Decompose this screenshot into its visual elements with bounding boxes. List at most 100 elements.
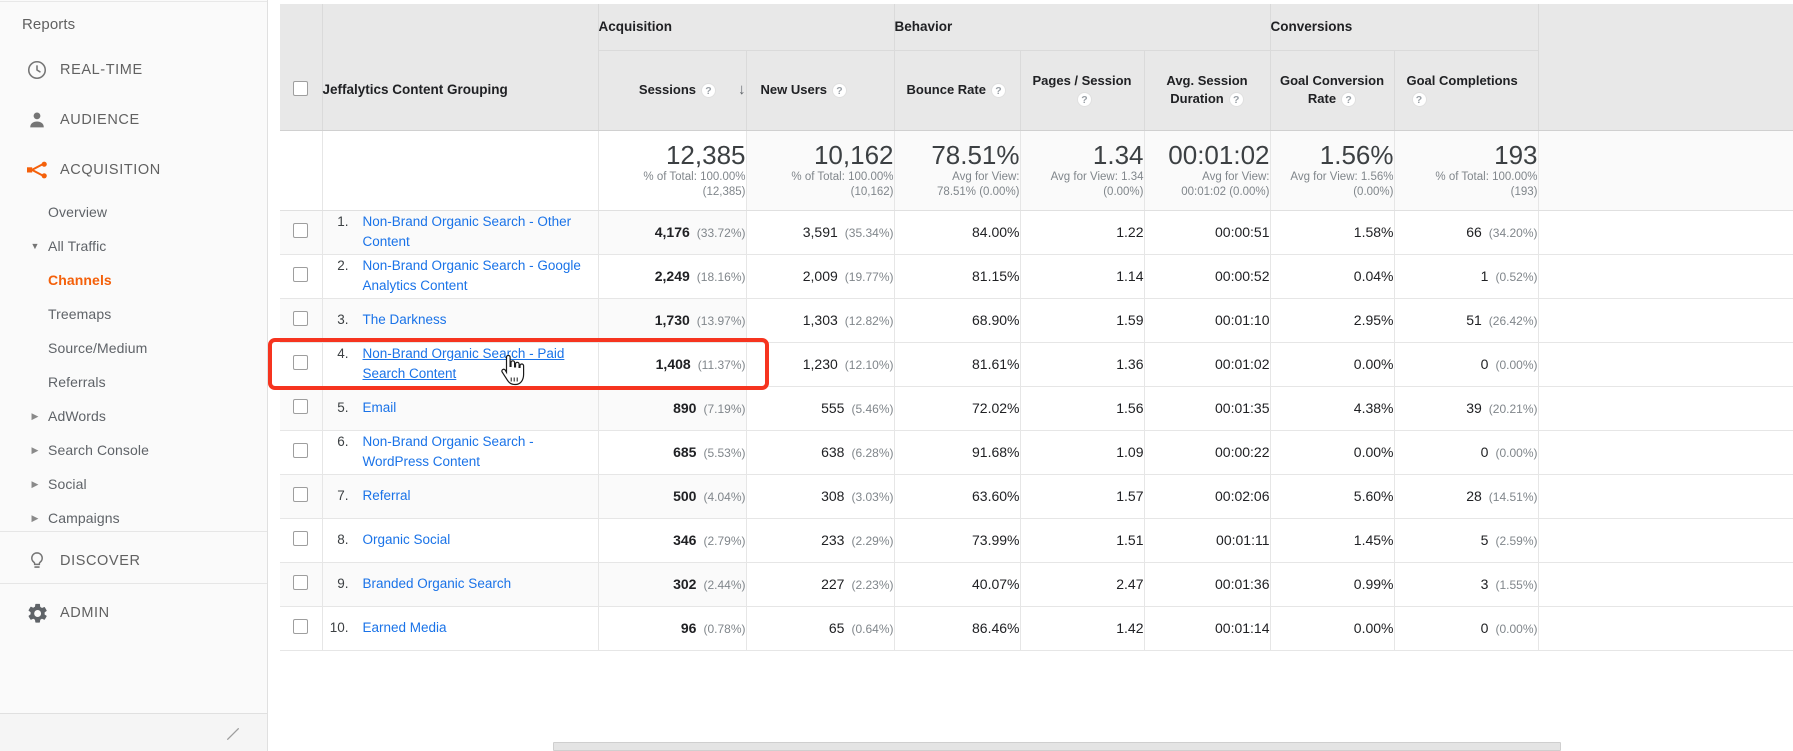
cell-bounce-rate: 72.02% [894,386,1021,431]
column-header-bounce-rate[interactable]: Bounce Rate? [894,50,1021,131]
column-header-sessions[interactable]: Sessions? ↓ [598,50,747,131]
column-header-goal-completions[interactable]: Goal Completions? [1394,50,1539,131]
help-icon[interactable]: ? [1411,92,1427,108]
row-checkbox-cell[interactable] [280,562,323,607]
help-icon[interactable]: ? [990,83,1006,99]
sidebar-item-social[interactable]: ▶ Social [0,467,267,501]
cell-goal-completions: 51 (26.42%) [1394,298,1539,343]
row-checkbox[interactable] [293,223,309,238]
table-row[interactable]: 10. Earned Media 96 (0.78%) 65 (0.64%) 86.46% 1… [280,606,1793,651]
column-header-new-users[interactable]: New Users? [746,50,895,131]
help-icon[interactable]: ? [1228,92,1244,108]
cell-percent: (26.42%) [1488,314,1538,328]
cell-value: 00:01:14 [1215,620,1270,636]
cell-percent: (11.37%) [697,358,746,372]
chevron-right-icon[interactable]: ▶ [22,445,48,456]
row-dimension-link[interactable]: Referral [363,486,411,506]
row-dimension-link[interactable]: The Darkness [363,310,447,330]
sidebar-item-acquisition[interactable]: ACQUISITION [0,145,267,195]
table-row[interactable]: 2. Non-Brand Organic Search - Google Anal… [280,254,1793,299]
cell-bounce-rate: 40.07% [894,562,1021,607]
sidebar-item-label: DISCOVER [60,553,141,569]
help-icon[interactable]: ? [831,83,847,99]
sidebar-item-campaigns[interactable]: ▶ Campaigns [0,501,267,535]
sort-descending-icon[interactable]: ↓ [738,81,746,99]
row-dimension-link[interactable]: Organic Social [363,530,451,550]
sidebar-item-real-time[interactable]: REAL-TIME [0,45,267,95]
sidebar-item-all-traffic[interactable]: ▼ All Traffic [0,229,267,263]
cell-new-users: 227 (2.23%) [746,562,895,607]
sidebar-item-referrals[interactable]: Referrals [0,365,267,399]
sidebar-item-adwords[interactable]: ▶ AdWords [0,399,267,433]
row-checkbox[interactable] [293,399,309,414]
row-checkbox-cell[interactable] [280,342,323,387]
cell-percent: (4.04%) [703,490,746,504]
cell-percent: (35.34%) [844,226,894,240]
row-checkbox[interactable] [293,311,309,326]
help-icon[interactable]: ? [1077,92,1092,108]
cell-value: 00:01:11 [1216,532,1270,548]
row-checkbox-cell[interactable] [280,518,323,563]
chevron-right-icon[interactable]: ▶ [22,479,48,490]
row-checkbox[interactable] [293,443,309,458]
row-checkbox-cell[interactable] [280,210,323,255]
cell-value: 72.02% [972,400,1020,416]
row-spacer-cell [1538,254,1793,299]
cell-goal-completions: 1 (0.52%) [1394,254,1539,299]
table-row[interactable]: 3. The Darkness 1,730 (13.97%) 1,303 (12.82%)… [280,298,1793,343]
row-checkbox-cell[interactable] [280,298,323,343]
sidebar-item-discover[interactable]: DISCOVER [0,535,267,587]
cell-sessions: 2,249 (18.16%) [598,254,747,299]
row-dimension-link[interactable]: Earned Media [363,618,447,638]
table-row[interactable]: 8. Organic Social 346 (2.79%) 233 (2.29%) 73.9… [280,518,1793,563]
sidebar-item-overview[interactable]: Overview [0,195,267,229]
row-checkbox[interactable] [293,267,309,282]
row-checkbox-cell[interactable] [280,474,323,519]
chevron-right-icon[interactable]: ▶ [22,513,48,524]
table-row[interactable]: 4. Non-Brand Organic Search - Paid Search… [280,342,1793,387]
sidebar-item-admin[interactable]: ADMIN [0,587,267,639]
row-checkbox[interactable] [293,575,309,590]
row-checkbox[interactable] [293,355,309,370]
table-row[interactable]: 6. Non-Brand Organic Search - WordPress C… [280,430,1793,475]
column-header-dimension[interactable]: Jeffalytics Content Grouping [322,50,599,131]
sidebar-item-treemaps[interactable]: Treemaps [0,297,267,331]
cell-value: 555 [821,400,845,416]
column-header-goal-conversion-rate[interactable]: Goal Conversion Rate? [1270,50,1395,131]
row-dimension-link[interactable]: Non-Brand Organic Search - WordPress Con… [363,432,598,472]
row-checkbox-cell[interactable] [280,254,323,299]
row-dimension-link[interactable]: Branded Organic Search [363,574,512,594]
horizontal-scrollbar[interactable] [553,742,1561,751]
row-checkbox-cell[interactable] [280,386,323,431]
table-row[interactable]: 1. Non-Brand Organic Search - Other Conte… [280,210,1793,255]
help-icon[interactable]: ? [701,82,716,98]
cell-percent: (2.44%) [703,578,746,592]
row-checkbox-cell[interactable] [280,606,323,651]
sidebar-item-audience[interactable]: AUDIENCE [0,95,267,145]
select-all-checkbox[interactable] [293,80,309,96]
sidebar-item-search-console[interactable]: ▶ Search Console [0,433,267,467]
collapse-sidebar-icon[interactable] [225,726,241,747]
column-header-avg-session-duration[interactable]: Avg. Session Duration? [1144,50,1271,131]
table-row[interactable]: 5. Email 890 (7.19%) 555 (5.46%) 72.02% 1.56 00:… [280,386,1793,431]
chevron-right-icon[interactable]: ▶ [22,411,48,422]
sidebar-item-source-medium[interactable]: Source/Medium [0,331,267,365]
row-checkbox[interactable] [293,487,309,502]
row-dimension-link[interactable]: Email [363,398,397,418]
chevron-down-icon[interactable]: ▼ [22,241,48,251]
row-checkbox-cell[interactable] [280,430,323,475]
row-dimension-link[interactable]: Non-Brand Organic Search - Other Content [363,212,598,252]
table-row[interactable]: 7. Referral 500 (4.04%) 308 (3.03%) 63.60% 1.57… [280,474,1793,519]
row-dimension-cell: 3. The Darkness [322,298,599,343]
cell-percent: (12.10%) [844,358,894,372]
row-checkbox[interactable] [293,619,309,634]
sidebar-item-channels[interactable]: Channels [0,263,267,297]
row-dimension-link[interactable]: Non-Brand Organic Search - Paid Search C… [363,344,598,384]
table-row[interactable]: 9. Branded Organic Search 302 (2.44%) 227 (2.… [280,562,1793,607]
row-dimension-link[interactable]: Non-Brand Organic Search - Google Analyt… [363,256,598,296]
column-header-pages-session[interactable]: Pages / Session? [1020,50,1145,131]
select-all-checkbox-cell[interactable] [280,50,323,131]
help-icon[interactable]: ? [1341,92,1357,108]
row-spacer-cell [1538,298,1793,343]
row-checkbox[interactable] [293,531,309,546]
